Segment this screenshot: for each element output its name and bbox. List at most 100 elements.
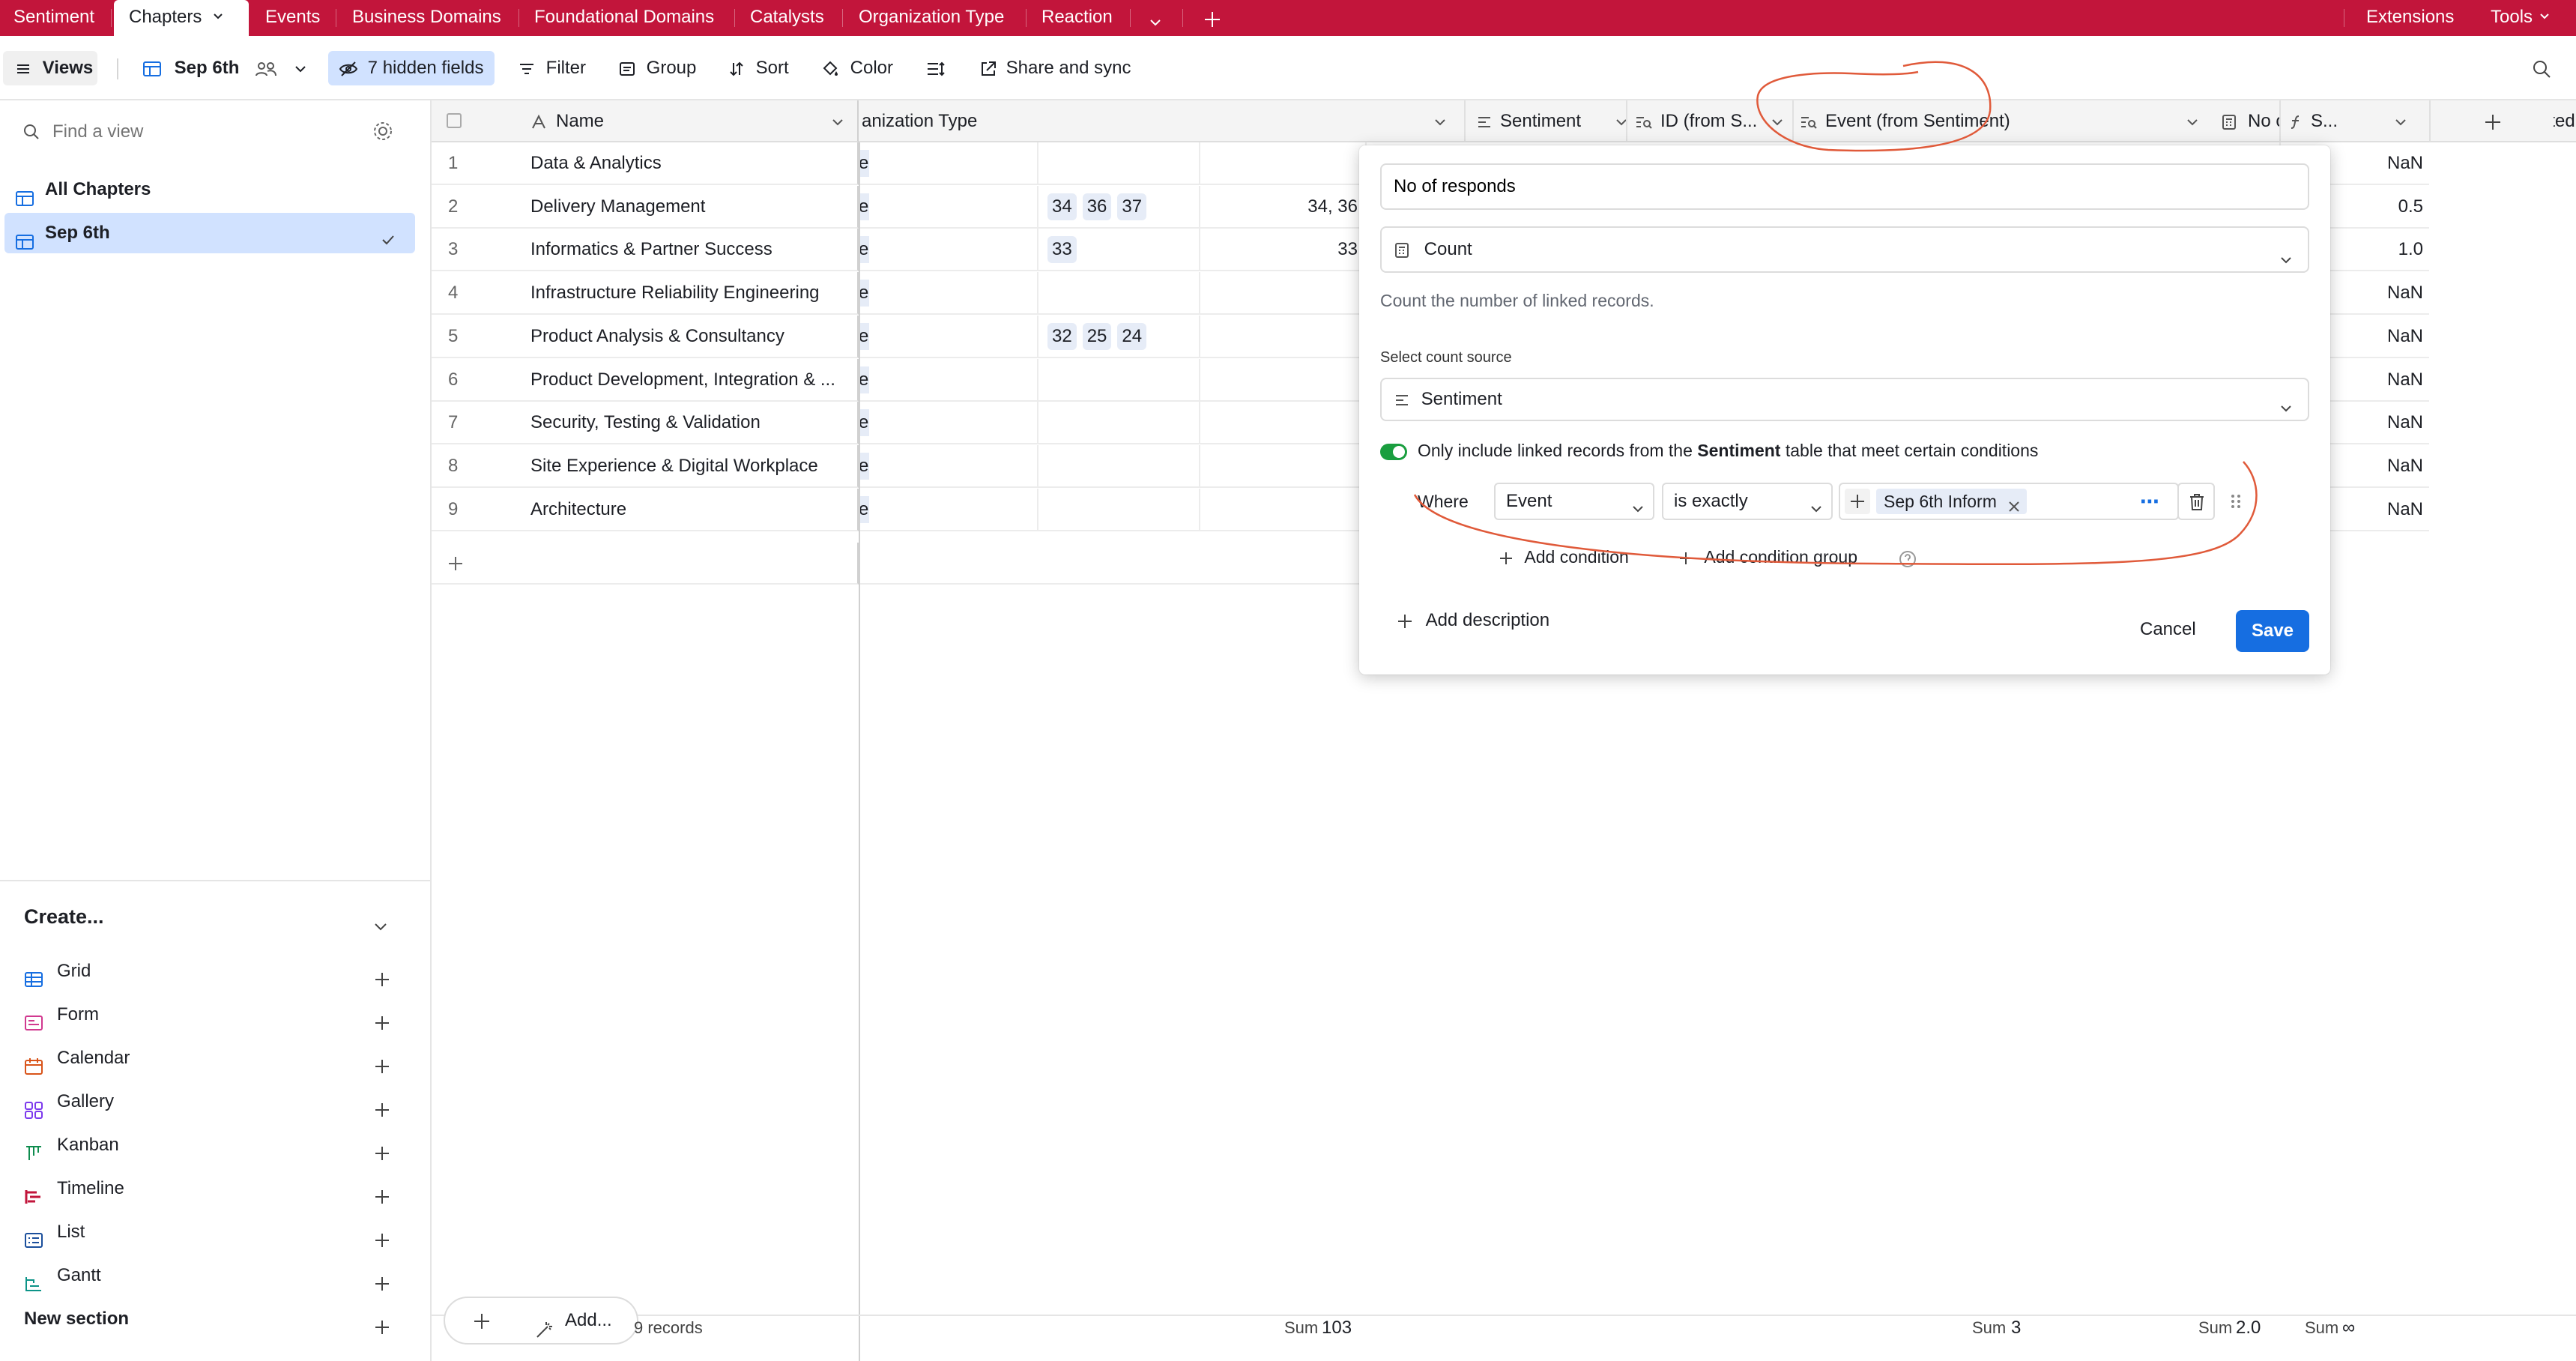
table-row[interactable]: 2 Delivery Management	[432, 185, 859, 229]
condition-field-select[interactable]: Event	[1494, 483, 1654, 520]
tab-business-domains[interactable]: Business Domains	[352, 0, 501, 36]
close-icon[interactable]	[2007, 495, 2021, 520]
tools-button[interactable]: Tools	[2491, 0, 2551, 36]
sentiment-link-chip[interactable]: 25	[1082, 322, 1112, 350]
add-table-plus-icon[interactable]	[1202, 7, 1223, 28]
sentiment-cell[interactable]	[1047, 272, 1205, 314]
sort-button[interactable]: Sort	[728, 51, 789, 85]
id-from-sentiment-cell[interactable]	[1200, 272, 1358, 314]
save-button[interactable]: Save	[2236, 610, 2309, 652]
create-list[interactable]: List	[0, 1210, 420, 1254]
sentiment-cell[interactable]: 34 36 37	[1047, 186, 1205, 228]
sentiment-link-chip[interactable]: 32	[1047, 322, 1077, 350]
find-view-input[interactable]	[52, 117, 352, 147]
org-type-chip[interactable]: er	[859, 280, 869, 307]
sentiment-cell[interactable]: 32 25 24	[1047, 316, 1205, 357]
sentiment-cell[interactable]	[1047, 402, 1205, 444]
tab-foundational-domains[interactable]: Foundational Domains	[534, 0, 714, 36]
column-header-name[interactable]: Name	[556, 100, 604, 141]
record-name[interactable]: Product Analysis & Consultancy	[530, 316, 853, 357]
id-from-sentiment-cell[interactable]	[1200, 445, 1358, 487]
table-row[interactable]: 9 Architecture	[432, 488, 859, 531]
filter-button[interactable]: Filter	[518, 51, 586, 85]
tab-chapters[interactable]: Chapters	[114, 0, 249, 36]
chevron-down-icon[interactable]	[830, 100, 845, 141]
sentiment-cell[interactable]	[1047, 142, 1205, 184]
drag-handle-icon[interactable]	[2221, 483, 2251, 520]
add-record-row[interactable]	[432, 543, 859, 585]
record-name[interactable]: Infrastructure Reliability Engineering	[530, 272, 853, 314]
conditions-toggle[interactable]	[1380, 444, 1407, 460]
views-button[interactable]: Views	[3, 51, 97, 85]
tab-reaction[interactable]: Reaction	[1041, 0, 1113, 36]
table-row[interactable]: 6 Product Development, Integration & ...	[432, 358, 859, 402]
group-button[interactable]: Group	[619, 51, 696, 85]
sentiment-link-chip[interactable]: 37	[1117, 193, 1147, 220]
chevron-down-icon[interactable]	[1770, 100, 1785, 141]
help-icon[interactable]	[1899, 550, 1917, 572]
id-from-sentiment-cell[interactable]: 34, 36	[1200, 186, 1358, 228]
add-with-ai-button[interactable]: Add...	[521, 1297, 638, 1345]
table-row[interactable]: 8 Site Experience & Digital Workplace	[432, 444, 859, 488]
tab-events[interactable]: Events	[265, 0, 320, 36]
create-gantt[interactable]: Gantt	[0, 1254, 420, 1297]
record-name[interactable]: Product Development, Integration & ...	[530, 359, 853, 401]
record-name[interactable]: Security, Testing & Validation	[530, 402, 853, 444]
more-options-icon[interactable]: ⋯	[2140, 483, 2165, 520]
table-row[interactable]: 4 Infrastructure Reliability Engineering	[432, 272, 859, 316]
table-row[interactable]: 1 Data & Analytics	[432, 142, 859, 185]
id-from-sentiment-cell[interactable]	[1200, 142, 1358, 184]
count-source-select[interactable]: Sentiment	[1380, 378, 2309, 421]
create-timeline[interactable]: Timeline	[0, 1167, 420, 1210]
org-type-chip[interactable]: er	[859, 452, 869, 480]
condition-operator-select[interactable]: is exactly	[1662, 483, 1833, 520]
id-from-sentiment-cell[interactable]	[1200, 359, 1358, 401]
sentiment-cell[interactable]	[1047, 489, 1205, 531]
record-name[interactable]: Delivery Management	[530, 186, 853, 228]
org-type-chip[interactable]: er	[859, 409, 869, 437]
add-condition-group-button[interactable]: Add condition group	[1678, 547, 1857, 567]
org-type-chip[interactable]: er	[859, 495, 869, 523]
hidden-fields-button[interactable]: 7 hidden fields	[328, 51, 495, 85]
table-row[interactable]: 3 Informatics & Partner Success	[432, 229, 859, 272]
sentiment-cell[interactable]	[1047, 359, 1205, 401]
org-type-chip[interactable]: er	[859, 150, 869, 177]
share-and-sync-button[interactable]: Share and sync	[980, 51, 1131, 85]
sentiment-cell[interactable]: 33	[1047, 229, 1205, 271]
table-row[interactable]: 7 Security, Testing & Validation	[432, 402, 859, 445]
org-type-chip[interactable]: er	[859, 366, 869, 393]
search-icon[interactable]	[2531, 51, 2552, 85]
sentiment-link-chip[interactable]: 34	[1047, 193, 1077, 220]
plus-icon[interactable]	[373, 1309, 391, 1353]
add-field-button[interactable]	[2429, 100, 2554, 142]
sidebar-item-all-chapters[interactable]: All Chapters	[4, 169, 415, 210]
field-type-select[interactable]: Count	[1380, 226, 2309, 273]
id-from-sentiment-cell[interactable]	[1200, 316, 1358, 357]
condition-value-select[interactable]: Sep 6th Inform	[1839, 483, 2179, 520]
record-name[interactable]: Data & Analytics	[530, 142, 853, 184]
record-name[interactable]: Site Experience & Digital Workplace	[530, 445, 853, 487]
field-name-input[interactable]	[1380, 163, 2309, 210]
tab-sentiment[interactable]: Sentiment	[13, 0, 94, 36]
tab-catalysts[interactable]: Catalysts	[750, 0, 824, 36]
create-kanban[interactable]: Kanban	[0, 1123, 420, 1167]
tab-organization-type[interactable]: Organization Type	[859, 0, 1004, 36]
cancel-button[interactable]: Cancel	[2140, 609, 2196, 651]
column-header-s[interactable]: S...	[2279, 100, 2429, 142]
gear-icon[interactable]	[372, 120, 394, 146]
view-switcher[interactable]: Sep 6th	[142, 51, 308, 85]
column-header-id-from-sentiment[interactable]: ID (from S...	[1660, 100, 1757, 141]
column-header-event-from-sentiment[interactable]: Event (from Sentiment)	[1825, 100, 2010, 141]
create-calendar[interactable]: Calendar	[0, 1036, 420, 1080]
create-form[interactable]: Form	[0, 993, 420, 1036]
id-from-sentiment-cell[interactable]	[1200, 402, 1358, 444]
chevron-down-icon[interactable]	[1433, 100, 1448, 141]
sentiment-cell[interactable]	[1047, 445, 1205, 487]
record-name[interactable]: Architecture	[530, 489, 853, 531]
color-button[interactable]: Color	[821, 51, 893, 85]
column-header-organization-type[interactable]: anization Type	[862, 100, 977, 141]
record-name[interactable]: Informatics & Partner Success	[530, 229, 853, 271]
add-description-button[interactable]: Add description	[1397, 610, 1549, 631]
id-from-sentiment-cell[interactable]: 33	[1200, 229, 1358, 271]
org-type-chip[interactable]: er	[859, 236, 869, 264]
